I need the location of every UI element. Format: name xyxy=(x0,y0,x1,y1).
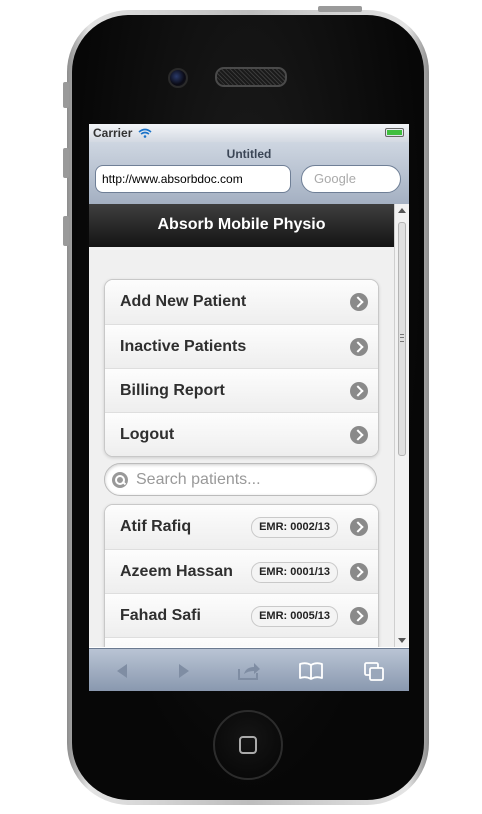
patient-name: Fahad Safi xyxy=(120,607,201,624)
page-title: Untitled xyxy=(226,147,272,161)
earpiece-speaker xyxy=(215,67,287,87)
web-content: Absorb Mobile Physio Add New Patient Ina… xyxy=(89,204,394,647)
share-button[interactable] xyxy=(229,649,269,691)
app-header: Absorb Mobile Physio xyxy=(89,204,394,247)
patient-row[interactable]: Azeem Hassan EMR: 0001/13 xyxy=(105,549,378,593)
url-field[interactable]: http://www.absorbdoc.com xyxy=(95,165,291,193)
front-camera xyxy=(168,68,188,88)
device-screen: Carrier Untitled http://www.absorbdoc.co… xyxy=(89,124,409,691)
home-button[interactable] xyxy=(213,710,283,780)
browser-toolbar xyxy=(89,648,409,691)
volume-down-button xyxy=(63,216,69,246)
power-button xyxy=(318,6,362,12)
menu-item-label: Logout xyxy=(120,426,175,443)
chevron-right-icon xyxy=(350,293,368,311)
volume-up-button xyxy=(63,148,69,178)
patient-row[interactable]: Atif Rafiq EMR: 0002/13 xyxy=(105,505,378,549)
mute-switch xyxy=(63,82,69,108)
menu-item-add-new-patient[interactable]: Add New Patient xyxy=(105,280,378,324)
status-bar: Carrier xyxy=(89,124,409,142)
wifi-icon xyxy=(138,128,152,138)
patient-name: Atif Rafiq xyxy=(120,518,192,535)
browser-address-bar: Untitled http://www.absorbdoc.com Google xyxy=(89,142,409,205)
search-icon xyxy=(112,472,128,488)
main-menu: Add New Patient Inactive Patients Billin… xyxy=(104,279,379,457)
scrollbar-thumb[interactable] xyxy=(398,222,406,456)
battery-icon xyxy=(385,128,404,137)
vertical-scrollbar[interactable] xyxy=(394,204,409,647)
menu-item-label: Billing Report xyxy=(120,382,225,399)
home-square-icon xyxy=(239,736,257,754)
emr-badge: EMR: 0001/13 xyxy=(251,562,338,583)
chevron-right-icon xyxy=(350,518,368,536)
scroll-up-icon[interactable] xyxy=(398,208,406,213)
menu-item-logout[interactable]: Logout xyxy=(105,412,378,456)
chevron-right-icon xyxy=(350,563,368,581)
bookmarks-icon xyxy=(299,661,323,680)
forward-icon xyxy=(179,663,189,678)
tabs-icon xyxy=(364,661,384,681)
patient-list: Atif Rafiq EMR: 0002/13 Azeem Hassan EMR… xyxy=(104,504,379,647)
back-icon xyxy=(117,663,127,678)
chevron-right-icon xyxy=(350,382,368,400)
chevron-right-icon xyxy=(350,338,368,356)
share-icon xyxy=(238,662,260,680)
menu-item-billing-report[interactable]: Billing Report xyxy=(105,368,378,412)
google-search-field[interactable]: Google xyxy=(301,165,401,193)
forward-button[interactable] xyxy=(164,649,204,691)
carrier-label: Carrier xyxy=(93,126,133,140)
back-button[interactable] xyxy=(102,649,142,691)
emr-badge: EMR: 0005/13 xyxy=(251,606,338,627)
patient-row[interactable]: Fahad Safi EMR: 0005/13 xyxy=(105,593,378,637)
menu-item-label: Add New Patient xyxy=(120,293,247,310)
chevron-right-icon xyxy=(350,607,368,625)
patient-name: Azeem Hassan xyxy=(120,563,233,580)
tabs-button[interactable] xyxy=(354,649,394,691)
search-placeholder: Search patients... xyxy=(136,471,261,488)
emr-badge: EMR: 0002/13 xyxy=(251,517,338,538)
menu-item-label: Inactive Patients xyxy=(120,338,247,355)
patient-search-input[interactable]: Search patients... xyxy=(104,463,377,496)
menu-item-inactive-patients[interactable]: Inactive Patients xyxy=(105,324,378,368)
scroll-down-icon[interactable] xyxy=(398,638,406,643)
bookmarks-button[interactable] xyxy=(291,649,331,691)
patient-row-partial[interactable] xyxy=(105,637,378,647)
chevron-right-icon xyxy=(350,426,368,444)
